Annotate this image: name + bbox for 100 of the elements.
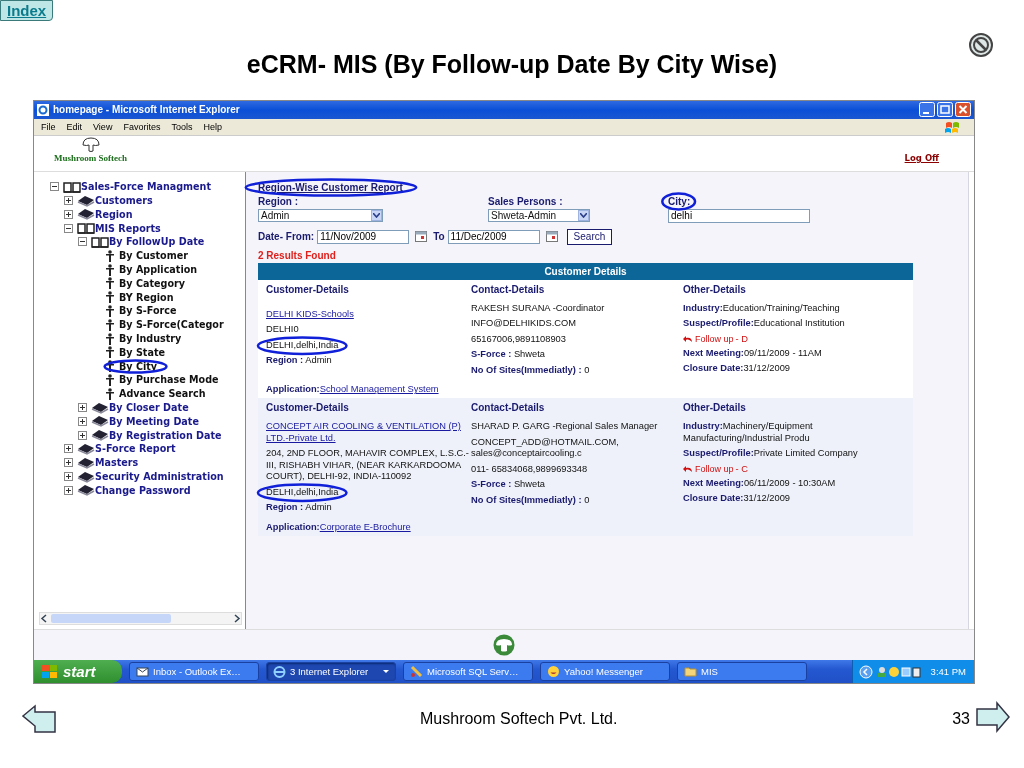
person-icon [105, 360, 115, 373]
dropdown[interactable]: Admin [258, 208, 383, 222]
menu-item[interactable]: Tools [167, 121, 200, 132]
tree-item[interactable]: By Registration Date [109, 429, 222, 441]
maximize-button[interactable] [937, 102, 953, 118]
tree-item[interactable]: S-Force Report [95, 443, 176, 455]
column-heading: Contact-Details [471, 283, 546, 295]
index-link[interactable]: Index [0, 0, 54, 21]
tree-item[interactable]: By Category [119, 277, 185, 289]
expand-icon[interactable] [64, 458, 73, 468]
person-icon [105, 332, 115, 345]
table-header: Customer Details [258, 262, 913, 280]
expand-icon[interactable] [78, 416, 87, 426]
contact-text: S-Force : Shweta [471, 349, 546, 361]
tree-item[interactable]: MIS Reports [95, 222, 161, 234]
contact-text: 65167006,9891108903 [471, 333, 567, 346]
log-off-link[interactable]: Log Off [904, 152, 939, 163]
expand-icon[interactable] [64, 209, 73, 219]
tree-item[interactable]: Customers [95, 195, 153, 207]
person-icon [105, 346, 115, 359]
column-heading: Customer-Details [266, 402, 350, 414]
tree-item[interactable]: By Customer [119, 250, 188, 262]
back-arrow-icon[interactable] [22, 704, 56, 734]
expand-icon[interactable] [64, 485, 73, 495]
expand-icon[interactable] [78, 403, 87, 413]
minimize-button[interactable] [919, 102, 935, 118]
tree-item[interactable]: By Purchase Mode [119, 374, 219, 386]
person-icon [105, 373, 115, 386]
collapse-icon[interactable] [64, 223, 73, 233]
tree-item[interactable]: By Meeting Date [109, 415, 199, 427]
open-book-icon [63, 180, 81, 193]
result-count: 2 Results Found [258, 249, 337, 261]
expand-icon[interactable] [78, 430, 87, 440]
tree-item[interactable]: Advance Search [119, 388, 206, 400]
tool-icon [410, 665, 423, 678]
dropdown[interactable]: Shweta-Admin [488, 208, 590, 222]
field-label: Region : [258, 195, 298, 207]
company-link[interactable]: CONCEPT AIR COOLING & VENTILATION (P) LTD.-Private Ltd. [266, 421, 471, 445]
prohibited-icon[interactable] [968, 32, 994, 58]
menu-item[interactable]: Favorites [119, 121, 168, 132]
person-icon [105, 277, 115, 290]
taskbar-button[interactable]: Microsoft SQL Serv… [403, 662, 533, 681]
taskbar-button[interactable]: 3 Internet Explorer [266, 662, 396, 681]
tree-item[interactable]: Sales-Force Managment [81, 181, 211, 193]
tree-item[interactable]: By FollowUp Date [109, 236, 205, 248]
company-link[interactable]: DELHI KIDS-Schools [266, 308, 471, 321]
caret-icon [371, 209, 382, 221]
tree-item[interactable]: Change Password [95, 484, 191, 496]
field-label: Sales Persons : [488, 195, 563, 207]
column-heading: Contact-Details [471, 402, 546, 414]
search-button[interactable]: Search [566, 228, 613, 245]
book-icon [91, 429, 109, 442]
tree-item[interactable]: Security Administration [95, 471, 224, 482]
expand-icon[interactable] [64, 472, 73, 481]
tree-item[interactable]: BY Region [119, 291, 174, 303]
application-link[interactable]: School Management System [319, 384, 439, 395]
detail-text: Suspect/Profile:Private Limited Company [683, 448, 859, 460]
site-logo-text: Mushroom Softech [54, 152, 128, 163]
horizontal-scrollbar[interactable] [39, 612, 242, 626]
region-text: Region : Admin [266, 355, 333, 367]
collapse-icon[interactable] [78, 237, 87, 247]
calendar-icon[interactable] [415, 231, 428, 243]
tree-item[interactable]: By Closer Date [109, 402, 189, 414]
date-field[interactable]: 11/Dec/2009 [447, 229, 540, 244]
tree-item[interactable]: By S-Force [119, 305, 177, 317]
collapse-icon[interactable] [50, 182, 59, 192]
address-text: DELHI,delhi,India [266, 339, 339, 350]
menu-item[interactable]: Help [199, 121, 229, 132]
application-label: Application: [266, 384, 320, 395]
detail-text: Next Meeting:06/11/2009 - 10:30AM [683, 477, 837, 490]
tree-item[interactable]: By State [119, 346, 165, 358]
person-icon [105, 387, 115, 400]
column-heading: Other-Details [683, 402, 747, 414]
follow-up-link[interactable]: Follow up [695, 333, 734, 344]
tray-icons[interactable] [876, 665, 921, 678]
expand-icon[interactable] [64, 196, 73, 206]
menu-item[interactable]: Edit [62, 121, 90, 132]
calendar-icon[interactable] [545, 231, 558, 243]
application-link[interactable]: Corporate E-Brochure [319, 521, 411, 532]
contact-text: SHARAD P. GARG -Regional Sales Manager [471, 421, 659, 433]
taskbar-button[interactable]: Yahoo! Messenger [540, 662, 670, 681]
taskbar-button[interactable]: Inbox - Outlook Ex… [129, 662, 259, 681]
close-button[interactable] [955, 102, 971, 118]
book-icon [77, 456, 95, 469]
tree-item[interactable]: By Application [119, 264, 198, 276]
tree-item[interactable]: Region [95, 208, 133, 220]
tree-item[interactable]: Masters [95, 457, 139, 469]
menu-item[interactable]: View [89, 121, 120, 132]
follow-up-link[interactable]: Follow up [695, 463, 734, 474]
menu-item[interactable]: File [37, 121, 63, 132]
tree-item[interactable]: By S-Force(Categor [119, 319, 224, 331]
open-book-icon [91, 235, 109, 248]
tree-item[interactable]: By Industry [119, 333, 182, 345]
smiley-icon [547, 665, 560, 678]
date-field[interactable]: 11/Nov/2009 [317, 229, 410, 244]
taskbar-button[interactable]: MIS [677, 662, 807, 681]
expand-icon[interactable] [64, 444, 73, 454]
chevron-icon[interactable] [858, 664, 873, 679]
city-field[interactable]: delhi [668, 208, 810, 223]
contact-text: 011- 65834068,9899693348 [471, 463, 589, 476]
